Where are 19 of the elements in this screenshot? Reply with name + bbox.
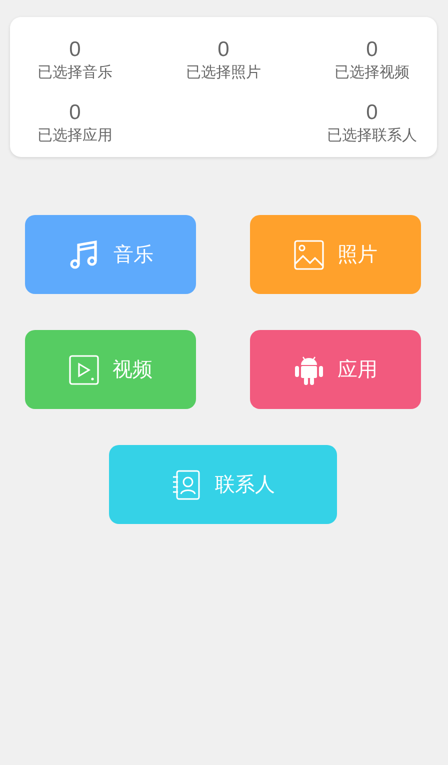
count: 0 xyxy=(366,100,378,125)
category-button[interactable]: 联系人 xyxy=(109,445,337,524)
music-note-icon xyxy=(68,238,100,270)
category-button[interactable]: 照片 xyxy=(250,215,421,294)
play-icon xyxy=(68,354,98,384)
contact-book-icon xyxy=(171,470,201,500)
count-label: 已选择联系人 xyxy=(327,125,417,145)
count-label: 已选择照片 xyxy=(186,62,261,82)
category-button[interactable]: 视频 xyxy=(25,330,196,409)
category-button[interactable]: 音乐 xyxy=(25,215,196,294)
count-label: 已选择应用 xyxy=(38,125,112,145)
image-icon xyxy=(294,240,324,270)
count-label: 已选择音乐 xyxy=(38,62,112,82)
count: 0 xyxy=(218,37,230,62)
count-label: 已选择视频 xyxy=(334,62,410,82)
count: 0 xyxy=(366,37,378,62)
category-button[interactable]: 应用 xyxy=(250,330,421,409)
count: 0 xyxy=(69,100,81,125)
count: 0 xyxy=(69,37,81,62)
